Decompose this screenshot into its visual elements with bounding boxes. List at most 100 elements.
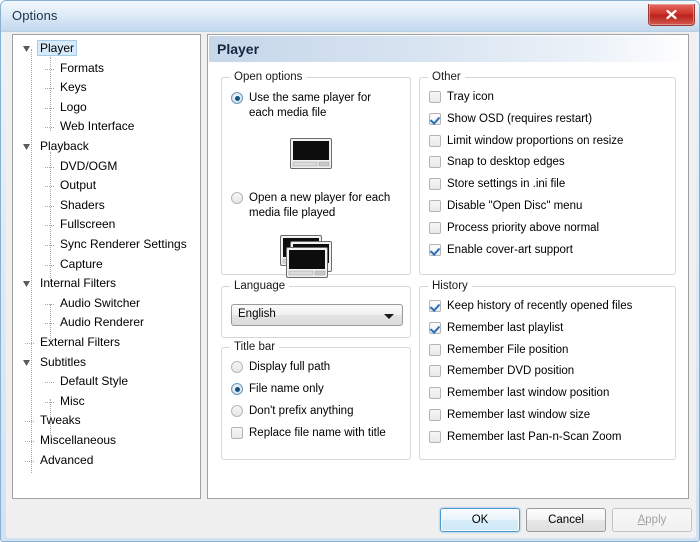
window-titlebar: Options: [1, 1, 700, 32]
sidebar-item-label: Keys: [57, 80, 90, 94]
sidebar-item-label: Playback: [37, 139, 92, 153]
page-header: Player: [209, 36, 689, 62]
sidebar-item-advanced[interactable]: Advanced: [37, 451, 96, 470]
sidebar-item-label: Tweaks: [37, 413, 84, 427]
radio-indicator: [231, 361, 243, 373]
sidebar-item-label: Subtitles: [37, 355, 89, 369]
checkbox-limit-window-proportions-on-resize[interactable]: Limit window proportions on resize: [429, 134, 623, 148]
sidebar-item-label: Player: [37, 40, 77, 56]
apply-button[interactable]: Apply: [612, 508, 692, 532]
checkbox-show-osd-requires-restart[interactable]: Show OSD (requires restart): [429, 112, 592, 126]
checkbox-label: Remember last window position: [447, 386, 609, 400]
checkbox-snap-to-desktop-edges[interactable]: Snap to desktop edges: [429, 155, 565, 169]
radio-use-same-player[interactable]: Use the same player for each media file: [231, 91, 399, 121]
language-select-value: English: [238, 308, 276, 320]
sidebar-item-audio-switcher[interactable]: Audio Switcher: [57, 294, 143, 313]
sidebar-item-dvd-ogm[interactable]: DVD/OGM: [57, 157, 120, 176]
checkbox-indicator: [429, 156, 441, 168]
radio-open-new-player[interactable]: Open a new player for each media file pl…: [231, 191, 399, 221]
open-options-group-title: Open options: [230, 71, 306, 83]
radio-dont-prefix-anything[interactable]: Don't prefix anything: [231, 404, 353, 418]
checkbox-tray-icon[interactable]: Tray icon: [429, 90, 494, 104]
cancel-button[interactable]: Cancel: [526, 508, 606, 532]
sidebar-item-miscellaneous[interactable]: Miscellaneous: [37, 431, 119, 450]
checkbox-indicator: [429, 113, 441, 125]
checkbox-remember-last-pan-n-scan-zoom[interactable]: Remember last Pan-n-Scan Zoom: [429, 430, 621, 444]
sidebar-item-audio-renderer[interactable]: Audio Renderer: [57, 313, 147, 332]
sidebar-item-default-style[interactable]: Default Style: [57, 372, 131, 391]
sidebar-item-label: Web Interface: [57, 119, 137, 133]
checkbox-indicator: [429, 178, 441, 190]
sidebar-item-subtitles[interactable]: Subtitles: [37, 353, 89, 372]
tree-expander-internal-filters[interactable]: [23, 280, 32, 289]
checkbox-process-priority-above-normal[interactable]: Process priority above normal: [429, 221, 599, 235]
sidebar-item-label: Formats: [57, 61, 107, 75]
checkbox-label: Enable cover-art support: [447, 243, 573, 257]
sidebar-item-logo[interactable]: Logo: [57, 98, 90, 117]
ok-button[interactable]: OK: [440, 508, 520, 532]
tree-connector: [25, 421, 34, 422]
tree-connector: [45, 108, 54, 109]
radio-indicator: [231, 92, 243, 104]
sidebar-item-fullscreen[interactable]: Fullscreen: [57, 215, 118, 234]
checkbox-enable-cover-art-support[interactable]: Enable cover-art support: [429, 243, 573, 257]
checkbox-indicator: [429, 300, 441, 312]
checkbox-label: Disable "Open Disc" menu: [447, 199, 582, 213]
language-select[interactable]: English: [231, 304, 403, 326]
sidebar-item-label: Logo: [57, 100, 90, 114]
checkbox-indicator: [429, 222, 441, 234]
checkbox-label: Replace file name with title: [249, 426, 386, 440]
sidebar-item-misc[interactable]: Misc: [57, 392, 88, 411]
options-window: Options Player Formats Keys Logo Web Interfa…: [0, 0, 700, 542]
apply-button-label: Apply: [638, 514, 667, 526]
sidebar-item-label: DVD/OGM: [57, 159, 120, 173]
checkbox-store-settings-in-ini-file[interactable]: Store settings in .ini file: [429, 177, 565, 191]
sidebar-item-playback[interactable]: Playback: [37, 137, 92, 156]
tree-connector: [25, 343, 34, 344]
checkbox-remember-file-position[interactable]: Remember File position: [429, 343, 568, 357]
tree-connector: [45, 304, 54, 305]
checkbox-remember-last-playlist[interactable]: Remember last playlist: [429, 321, 563, 335]
sidebar-item-web-interface[interactable]: Web Interface: [57, 117, 137, 136]
tree-expander-playback[interactable]: [23, 143, 32, 152]
checkbox-remember-dvd-position[interactable]: Remember DVD position: [429, 364, 574, 378]
tree-expander-player[interactable]: [23, 45, 32, 54]
history-group-title: History: [428, 280, 472, 292]
checkbox-label: Remember File position: [447, 343, 568, 357]
close-button[interactable]: [648, 4, 695, 26]
sidebar-item-label: Capture: [57, 257, 106, 271]
checkbox-remember-last-window-size[interactable]: Remember last window size: [429, 408, 590, 422]
tree-trunk-line: [31, 49, 32, 473]
checkbox-disable-open-disc-menu[interactable]: Disable "Open Disc" menu: [429, 199, 582, 213]
checkbox-indicator: [429, 409, 441, 421]
sidebar-item-label: Fullscreen: [57, 217, 118, 231]
checkbox-indicator: [429, 200, 441, 212]
sidebar-item-sync-renderer-settings[interactable]: Sync Renderer Settings: [57, 235, 190, 254]
checkbox-indicator: [429, 91, 441, 103]
sidebar-item-capture[interactable]: Capture: [57, 255, 106, 274]
tree-expander-subtitles[interactable]: [23, 359, 32, 368]
sidebar-item-external-filters[interactable]: External Filters: [37, 333, 123, 352]
sidebar-item-output[interactable]: Output: [57, 176, 99, 195]
checkbox-replace-file-name-with-title[interactable]: Replace file name with title: [231, 426, 386, 440]
sidebar-item-formats[interactable]: Formats: [57, 59, 107, 78]
tree-connector: [25, 461, 34, 462]
tree-connector: [45, 225, 54, 226]
sidebar-item-player[interactable]: Player: [37, 39, 77, 58]
radio-display-full-path[interactable]: Display full path: [231, 360, 330, 374]
radio-file-name-only[interactable]: File name only: [231, 382, 324, 396]
checkbox-label: Process priority above normal: [447, 221, 599, 235]
checkbox-keep-history-of-recently-opened-files[interactable]: Keep history of recently opened files: [429, 299, 632, 313]
checkbox-indicator: [429, 344, 441, 356]
sidebar-item-shaders[interactable]: Shaders: [57, 196, 108, 215]
sidebar-item-internal-filters[interactable]: Internal Filters: [37, 274, 119, 293]
checkbox-label: Keep history of recently opened files: [447, 299, 632, 313]
radio-label: Don't prefix anything: [249, 404, 353, 418]
checkbox-remember-last-window-position[interactable]: Remember last window position: [429, 386, 609, 400]
sidebar-item-tweaks[interactable]: Tweaks: [37, 411, 84, 430]
sidebar-item-keys[interactable]: Keys: [57, 78, 90, 97]
settings-tree[interactable]: Player Formats Keys Logo Web Interface Playba…: [12, 34, 201, 499]
settings-page-panel: Player Open options Use the same player …: [207, 34, 689, 499]
checkbox-label: Limit window proportions on resize: [447, 134, 623, 148]
ok-button-label: OK: [472, 514, 489, 526]
